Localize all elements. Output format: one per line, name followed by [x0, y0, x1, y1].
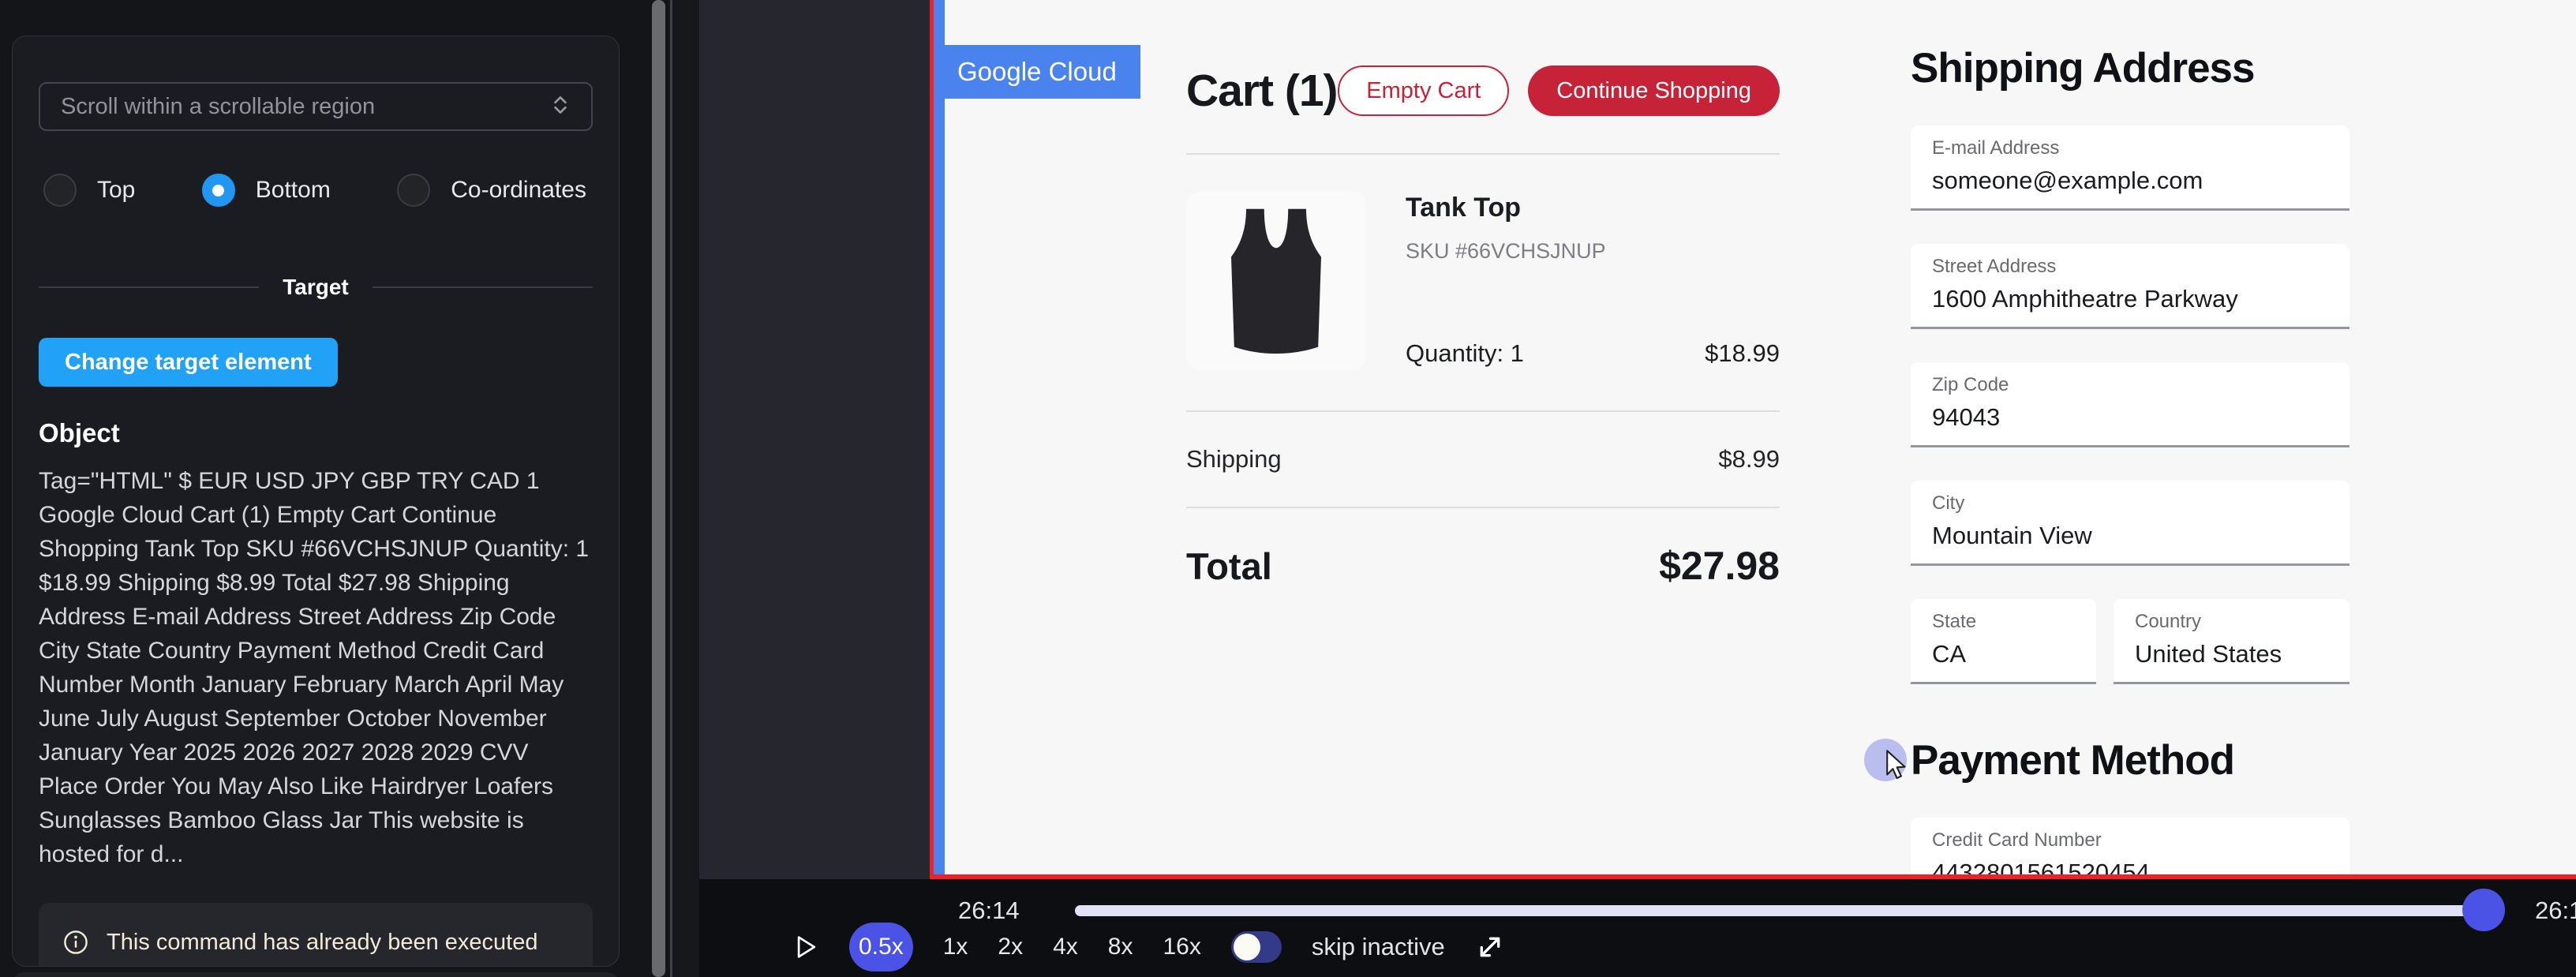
radio-label-coordinates: Co-ordinates: [451, 177, 586, 204]
email-field[interactable]: E-mail Address someone@example.com: [1911, 125, 2349, 211]
next-command-card[interactable]: [12, 972, 620, 977]
field-label: E-mail Address: [1932, 137, 2328, 159]
speed-option-4x[interactable]: 4x: [1053, 934, 1078, 960]
timeline-handle[interactable]: [2462, 889, 2505, 931]
cart-item-row: Tank Top SKU #66VCHSJNUP Quantity: 1 $18…: [1186, 191, 1780, 371]
replay-viewport: Google Cloud Cart (1) Empty Cart Continu…: [930, 0, 2576, 879]
command-type-value: Scroll within a scrollable region: [61, 94, 550, 120]
info-icon: [62, 929, 89, 960]
shipping-label: Shipping: [1186, 445, 1282, 474]
cart-header: Cart (1) Empty Cart Continue Shopping: [1186, 65, 1780, 117]
divider-line: [39, 286, 259, 288]
divider: [1186, 153, 1780, 155]
replay-stage: Google Cloud Cart (1) Empty Cart Continu…: [699, 0, 2576, 879]
skip-inactive-toggle[interactable]: [1231, 931, 1282, 963]
select-chevrons-icon: [550, 93, 571, 121]
product-name: Tank Top: [1406, 193, 1780, 223]
mouse-cursor-icon: [1884, 750, 1909, 787]
speed-option-1x[interactable]: 1x: [943, 934, 968, 960]
street-address-field[interactable]: Street Address 1600 Amphitheatre Parkway: [1911, 244, 2349, 329]
product-price: $18.99: [1705, 339, 1780, 368]
empty-cart-button[interactable]: Empty Cart: [1338, 66, 1509, 116]
current-time: 26:14: [958, 897, 1020, 925]
brand-badge: Google Cloud: [934, 45, 1140, 99]
product-image-tank-top: [1186, 191, 1366, 371]
checkout-section: Shipping Address E-mail Address someone@…: [1911, 0, 2349, 879]
field-label: City: [1932, 492, 2328, 515]
speed-option-0-5x[interactable]: 0.5x: [849, 923, 913, 971]
app-window: Scroll within a scrollable region Top Bo…: [0, 0, 2576, 977]
product-sku: SKU #66VCHSJNUP: [1406, 239, 1780, 264]
field-label: Zip Code: [1932, 374, 2328, 396]
field-label: State: [1932, 611, 2075, 633]
panel-gutter: [672, 0, 699, 977]
speed-option-2x[interactable]: 2x: [998, 934, 1023, 960]
info-message: This command has already been executed a…: [107, 925, 569, 967]
zip-code-field[interactable]: Zip Code 94043: [1911, 362, 2349, 447]
speed-option-8x[interactable]: 8x: [1108, 934, 1133, 960]
field-value: 4432801561520454: [1932, 859, 2328, 879]
product-quantity: Quantity: 1: [1406, 339, 1524, 368]
field-label: Credit Card Number: [1932, 829, 2328, 852]
shipping-cost-row: Shipping $8.99: [1186, 412, 1780, 507]
state-field[interactable]: State CA: [1911, 599, 2096, 684]
end-time: 26:14: [2535, 897, 2576, 925]
total-price: $27.98: [1659, 543, 1780, 589]
object-heading: Object: [39, 418, 593, 448]
total-label: Total: [1186, 545, 1272, 588]
shipping-price: $8.99: [1718, 445, 1780, 474]
state-country-row: State CA Country United States: [1911, 566, 2349, 684]
timeline-track[interactable]: [1075, 905, 2483, 916]
field-value: CA: [1932, 640, 2075, 668]
field-value: someone@example.com: [1932, 167, 2328, 195]
sidebar-scrollbar[interactable]: [652, 0, 665, 977]
field-label: Country: [2135, 611, 2328, 633]
fullscreen-icon[interactable]: [1475, 932, 1505, 962]
play-button[interactable]: [791, 933, 819, 961]
field-value: United States: [2135, 640, 2328, 668]
toggle-knob: [1234, 934, 1260, 960]
cart-title: Cart (1): [1186, 65, 1338, 117]
divider-line: [373, 286, 593, 288]
radio-label-bottom: Bottom: [256, 177, 331, 204]
divider: [1186, 507, 1780, 508]
target-section-label: Target: [283, 275, 349, 300]
command-type-select[interactable]: Scroll within a scrollable region: [39, 82, 593, 131]
country-field[interactable]: Country United States: [2114, 599, 2349, 684]
object-description: Tag="HTML" $ EUR USD JPY GBP TRY CAD 1 G…: [39, 464, 593, 871]
command-panel: Scroll within a scrollable region Top Bo…: [12, 36, 620, 967]
shipping-address-heading: Shipping Address: [1911, 44, 2349, 92]
info-notice: This command has already been executed a…: [39, 903, 593, 967]
radio-option-top[interactable]: Top: [43, 174, 135, 207]
player-controls: 0.5x 1x 2x 4x 8x 16x skip inactive: [791, 922, 1505, 972]
field-value: Mountain View: [1932, 522, 2328, 550]
city-field[interactable]: City Mountain View: [1911, 481, 2349, 566]
radio-circle-top[interactable]: [43, 174, 77, 207]
radio-option-coordinates[interactable]: Co-ordinates: [397, 174, 586, 207]
field-value: 94043: [1932, 403, 2328, 432]
radio-label-top: Top: [97, 177, 135, 204]
total-row: Total $27.98: [1186, 543, 1780, 589]
scroll-position-radio-group: Top Bottom Co-ordinates: [39, 174, 593, 207]
speed-option-16x[interactable]: 16x: [1163, 934, 1200, 960]
field-label: Street Address: [1932, 256, 2328, 278]
payment-method-heading: Payment Method: [1911, 736, 2349, 784]
radio-option-bottom[interactable]: Bottom: [202, 174, 331, 207]
field-value: 1600 Amphitheatre Parkway: [1932, 285, 2328, 313]
page-left-stripe: [934, 0, 945, 874]
skip-inactive-label: skip inactive: [1312, 933, 1445, 961]
radio-circle-bottom[interactable]: [202, 174, 235, 207]
continue-shopping-button[interactable]: Continue Shopping: [1528, 66, 1780, 116]
radio-circle-coordinates[interactable]: [397, 174, 430, 207]
cart-section: Cart (1) Empty Cart Continue Shopping: [1186, 0, 1780, 589]
target-section-divider: Target: [39, 275, 593, 300]
product-info: Tank Top SKU #66VCHSJNUP Quantity: 1 $18…: [1406, 191, 1780, 371]
change-target-button[interactable]: Change target element: [39, 338, 338, 387]
product-qty-price-row: Quantity: 1 $18.99: [1406, 339, 1780, 371]
credit-card-number-field[interactable]: Credit Card Number 4432801561520454: [1911, 818, 2349, 879]
